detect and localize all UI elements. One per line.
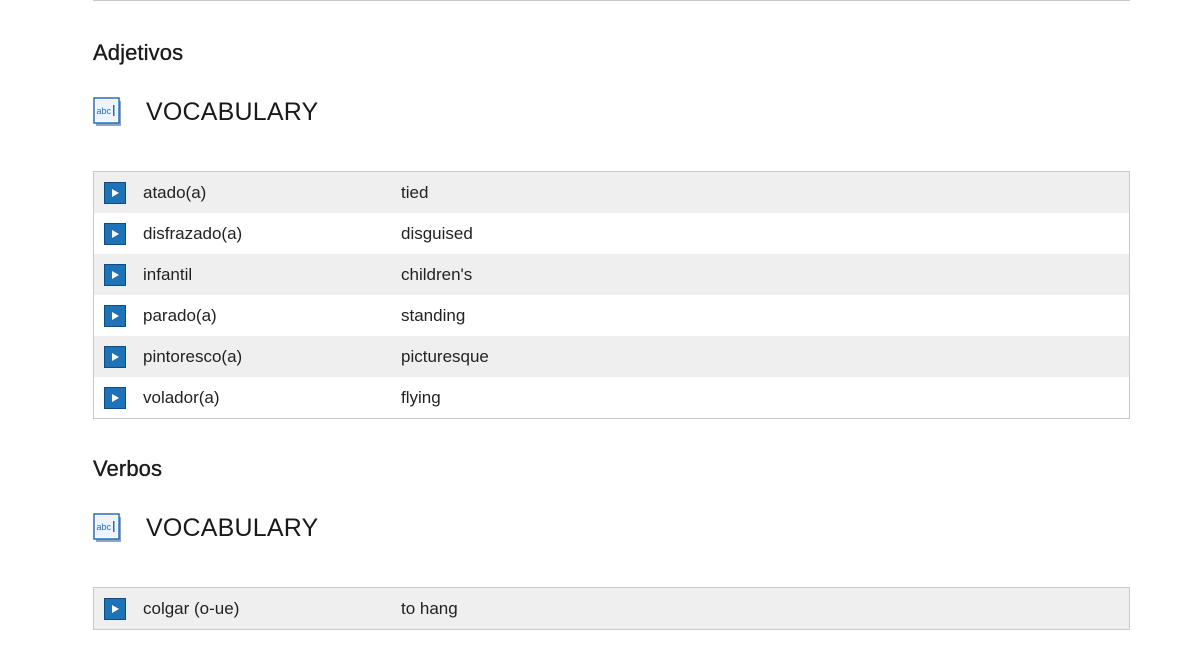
abc-vocabulary-icon: abc — [93, 513, 123, 543]
vocab-term: disfrazado(a) — [143, 223, 243, 243]
vocab-translation: flying — [401, 387, 441, 407]
vocab-term: infantil — [143, 264, 193, 284]
play-icon — [112, 393, 119, 402]
vocab-row: atado(a) tied — [94, 172, 1129, 213]
section-heading: Verbos — [93, 456, 163, 481]
play-icon — [112, 188, 119, 197]
vocab-translation: standing — [401, 305, 466, 325]
vocabulary-table: atado(a) tied disfrazado(a) disguised in… — [93, 171, 1130, 419]
play-audio-button[interactable] — [104, 345, 126, 368]
vocab-translation: tied — [401, 182, 429, 202]
vocab-row: infantil children's — [94, 254, 1129, 295]
play-audio-button[interactable] — [104, 386, 126, 409]
vocabulary-table: colgar (o-ue) to hang — [93, 587, 1130, 630]
vocabulary-title: VOCABULARY — [146, 97, 319, 126]
play-icon — [112, 229, 119, 238]
abc-vocabulary-icon: abc — [93, 97, 123, 127]
section-adjetivos: Adjetivos abc VOCABULARY atado(a) tied d… — [93, 36, 1130, 419]
vocab-row: volador(a) flying — [94, 377, 1129, 418]
play-icon — [112, 604, 119, 613]
play-icon — [112, 311, 119, 320]
vocab-row: parado(a) standing — [94, 295, 1129, 336]
svg-text:abc: abc — [97, 106, 112, 116]
vocab-row: disfrazado(a) disguised — [94, 213, 1129, 254]
vocab-term: volador(a) — [143, 387, 220, 407]
vocabulary-title: VOCABULARY — [146, 513, 319, 542]
vocab-term: parado(a) — [143, 305, 217, 325]
play-icon — [112, 270, 119, 279]
vocab-translation: children's — [401, 264, 473, 284]
play-audio-button[interactable] — [104, 181, 126, 204]
play-icon — [112, 352, 119, 361]
vocabulary-page: Adjetivos abc VOCABULARY atado(a) tied d… — [0, 0, 1200, 652]
vocab-term: colgar (o-ue) — [143, 598, 240, 618]
vocab-term: atado(a) — [143, 182, 207, 202]
section-heading: Adjetivos — [93, 40, 184, 65]
top-divider — [93, 0, 1130, 1]
vocab-term: pintoresco(a) — [143, 346, 243, 366]
play-audio-button[interactable] — [104, 597, 126, 620]
vocab-row: pintoresco(a) picturesque — [94, 336, 1129, 377]
svg-text:abc: abc — [97, 522, 112, 532]
vocabulary-header: abc VOCABULARY — [93, 508, 1130, 548]
vocab-translation: picturesque — [401, 346, 489, 366]
vocab-row: colgar (o-ue) to hang — [94, 588, 1129, 629]
vocab-translation: disguised — [401, 223, 473, 243]
play-audio-button[interactable] — [104, 304, 126, 327]
vocabulary-header: abc VOCABULARY — [93, 92, 1130, 132]
vocab-translation: to hang — [401, 598, 458, 618]
play-audio-button[interactable] — [104, 263, 126, 286]
play-audio-button[interactable] — [104, 222, 126, 245]
section-verbos: Verbos abc VOCABULARY colgar (o-ue) to h… — [93, 452, 1130, 630]
